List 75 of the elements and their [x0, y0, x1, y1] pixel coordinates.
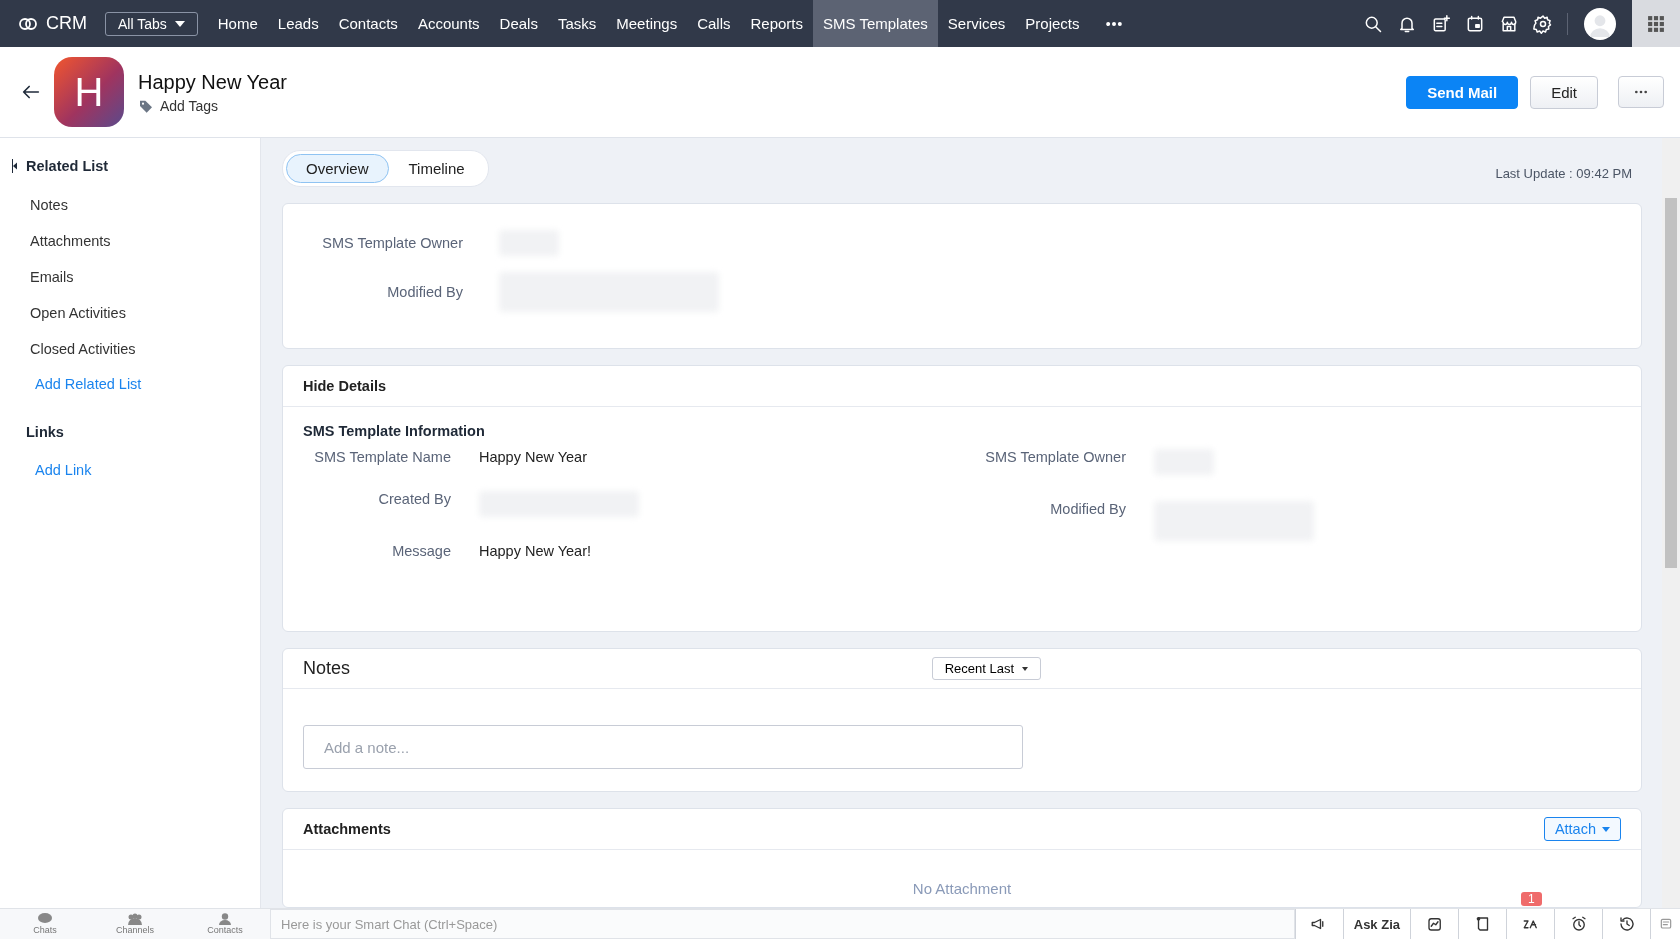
nav-tab[interactable]: Accounts [407, 0, 490, 47]
chat-app-button[interactable]: Contacts [180, 909, 270, 939]
alarm-clock-icon[interactable] [1569, 915, 1588, 933]
field-value: Happy New Year! [479, 543, 593, 559]
nav-tab[interactable]: Reports [740, 0, 814, 47]
add-link[interactable]: Add Link [0, 454, 260, 488]
note-input-field[interactable]: Add a note... [303, 725, 1023, 769]
nav-tab[interactable]: Tasks [547, 0, 607, 47]
hide-details-toggle[interactable]: Hide Details [303, 378, 386, 394]
add-link[interactable]: Add Related List [0, 368, 260, 402]
announcement-button[interactable] [1294, 909, 1343, 939]
calendar-icon[interactable] [1465, 13, 1485, 34]
last-update: Last Update : 09:42 PM [1495, 166, 1632, 181]
note-button[interactable] [1458, 909, 1506, 939]
field-label: SMS Template Owner [984, 449, 1126, 465]
all-tabs-dropdown[interactable]: All Tabs [105, 11, 198, 36]
nav-tab[interactable]: Contacts [328, 0, 408, 47]
history-button[interactable] [1602, 909, 1650, 939]
related-list-item[interactable]: Emails [0, 260, 260, 296]
related-list-item[interactable]: Open Activities [0, 296, 260, 332]
nav-tab[interactable]: Leads [267, 0, 329, 47]
record-avatar: H [54, 57, 124, 127]
caret-icon [1602, 826, 1610, 832]
view-tab[interactable]: Timeline [388, 154, 485, 183]
smart-chat-field[interactable]: Here is your Smart Chat (Ctrl+Space) [270, 909, 1295, 939]
empty-message: No Attachment [912, 880, 1012, 897]
field-label: SMS Template Owner [321, 235, 463, 251]
nav-tab[interactable]: Calls [687, 0, 741, 47]
settings-icon[interactable] [1533, 13, 1553, 34]
field-label: Created By [377, 491, 451, 507]
brand-name[interactable]: CRM [46, 13, 87, 34]
chart-icon[interactable] [1425, 915, 1444, 933]
ask-zia-button[interactable]: Ask Zia [1342, 909, 1410, 939]
nav-tab[interactable]: SMS Templates [813, 0, 938, 47]
send-mail-button[interactable]: Send Mail [1406, 75, 1519, 109]
scrollbar[interactable] [1662, 138, 1680, 908]
nav-tab[interactable]: Home [207, 0, 268, 47]
attach-button[interactable]: Attach [1543, 817, 1621, 841]
messages-button[interactable] [1650, 909, 1680, 939]
related-list-item[interactable]: Closed Activities [0, 332, 260, 368]
caret-icon [174, 20, 185, 27]
alarm-button[interactable] [1554, 909, 1602, 939]
card-title: Notes [303, 658, 351, 679]
field-label: SMS Template Name [313, 449, 451, 465]
user-avatar[interactable] [1584, 7, 1616, 40]
nav-tab[interactable]: Services [937, 0, 1016, 47]
chat-app-button[interactable]: Channels [90, 909, 180, 939]
notification-badge: 1 [1521, 892, 1542, 906]
person-icon [217, 913, 233, 925]
related-list-item[interactable]: Notes [0, 188, 260, 224]
section-title: Related List [26, 158, 109, 174]
chat-bubble-icon [37, 913, 53, 925]
sort-dropdown[interactable]: Recent Last [931, 657, 1041, 680]
apps-grid-icon[interactable] [1646, 13, 1666, 34]
field-label: Modified By [1049, 501, 1126, 517]
section-title: Links [26, 424, 64, 440]
nav-tab[interactable]: Meetings [606, 0, 688, 47]
history-icon[interactable] [1617, 915, 1636, 933]
add-note-icon[interactable] [1431, 13, 1451, 34]
view-tab[interactable]: Overview [286, 154, 389, 183]
edit-button[interactable]: Edit [1530, 75, 1598, 109]
chat-app-button[interactable]: Chats [0, 909, 90, 939]
card-title: Attachments [303, 821, 391, 837]
field-label: Modified By [386, 284, 463, 300]
caret-icon [1022, 666, 1028, 671]
nav-tab[interactable]: Projects [1015, 0, 1090, 47]
record-title: Happy New Year [138, 70, 287, 94]
section-heading: SMS Template Information [302, 422, 486, 441]
nav-tab[interactable]: Deals [489, 0, 548, 47]
field-value: Happy New Year [479, 449, 588, 465]
related-list-item[interactable]: Attachments [0, 224, 260, 260]
add-tags-link[interactable]: Add Tags [160, 97, 219, 114]
chart-button[interactable] [1410, 909, 1458, 939]
group-icon [127, 913, 143, 925]
field-label: Message [391, 543, 451, 559]
